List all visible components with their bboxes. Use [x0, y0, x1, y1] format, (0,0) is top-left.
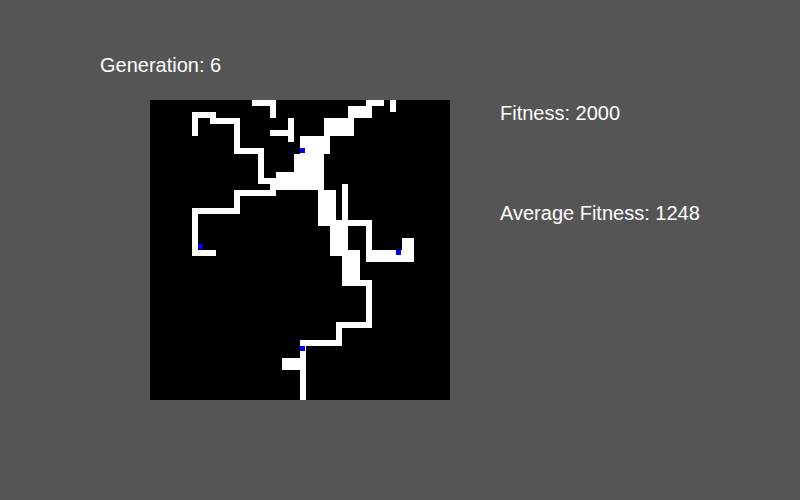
- growth-cell: [366, 250, 408, 262]
- growth-cell: [324, 118, 354, 136]
- growth-cell: [318, 190, 336, 226]
- growth-cell: [276, 172, 300, 184]
- target-cell: [396, 250, 401, 255]
- content-row: Fitness: 2000 Average Fitness: 1248: [150, 100, 800, 400]
- target-cell: [300, 346, 305, 351]
- simulation-canvas: [150, 100, 450, 400]
- target-cell: [300, 148, 305, 153]
- growth-cell: [270, 100, 276, 118]
- growth-cell: [192, 208, 198, 256]
- growth-cell: [288, 118, 294, 142]
- growth-cell: [192, 250, 216, 256]
- generation-label: Generation: 6: [100, 52, 800, 78]
- growth-cell: [300, 340, 342, 346]
- growth-cell: [390, 100, 396, 112]
- growth-cell: [300, 136, 330, 154]
- simulation-screen: Generation: 6 Fitness: 2000 Average Fitnes…: [0, 0, 800, 500]
- growth-cell: [366, 100, 384, 106]
- growth-cell: [210, 118, 234, 124]
- stats-panel: Fitness: 2000 Average Fitness: 1248: [500, 100, 700, 400]
- growth-cell: [234, 190, 276, 196]
- fitness-label: Fitness: 2000: [500, 100, 700, 126]
- growth-cell: [282, 358, 306, 370]
- growth-cell: [366, 280, 372, 328]
- canvas-background: [150, 100, 450, 400]
- growth-cell: [270, 184, 300, 190]
- growth-cell: [192, 112, 198, 136]
- growth-cell: [402, 238, 414, 262]
- target-cell: [198, 244, 203, 249]
- fitness-label: Average Fitness: 1248: [500, 200, 700, 226]
- growth-cell: [198, 208, 240, 214]
- growth-cell: [348, 106, 372, 118]
- growth-cell: [342, 184, 348, 226]
